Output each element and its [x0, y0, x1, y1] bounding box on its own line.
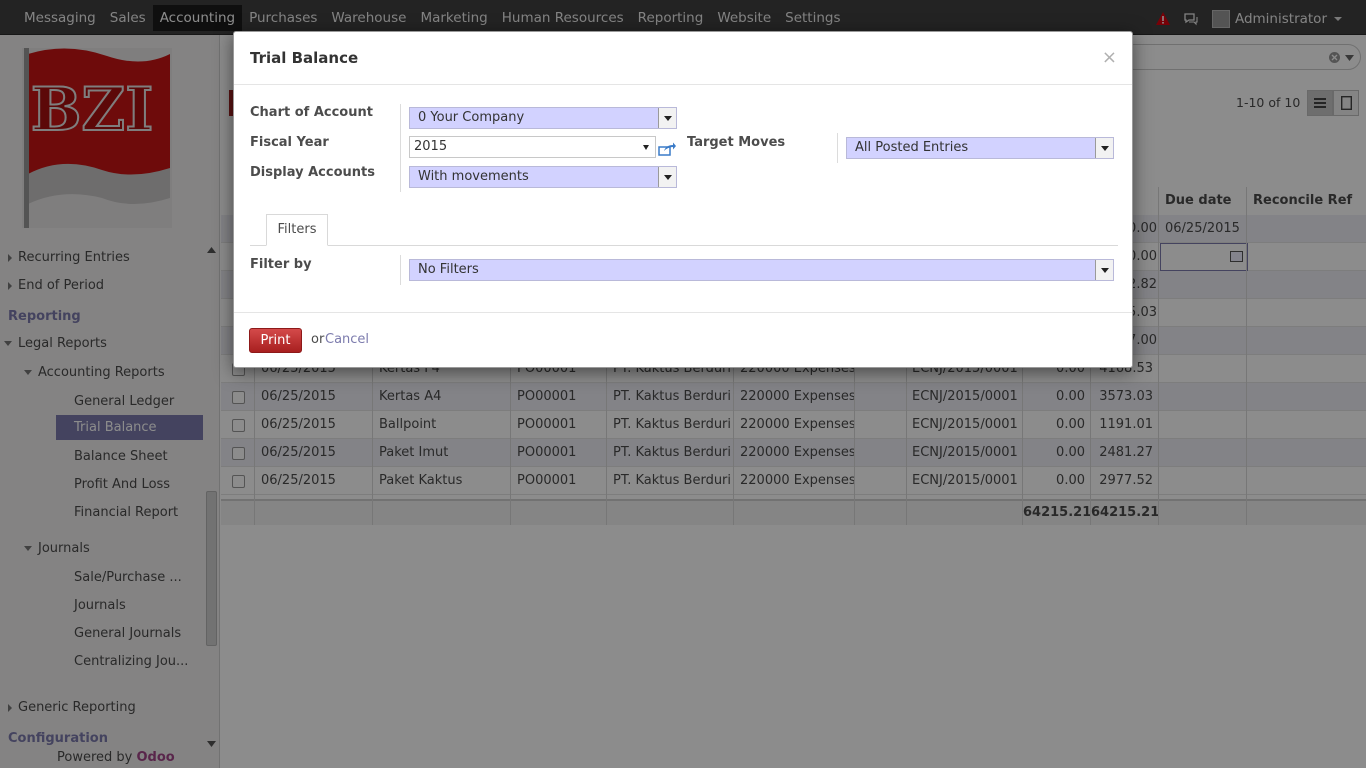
filter-by-label: Filter by: [250, 257, 312, 272]
cancel-button[interactable]: Cancel: [325, 332, 369, 347]
close-icon[interactable]: ×: [1102, 49, 1117, 67]
target-moves-select[interactable]: All Posted Entries: [846, 137, 1114, 159]
chart-of-account-label: Chart of Account: [250, 105, 373, 120]
dialog-title: Trial Balance: [250, 49, 359, 67]
tab-filters[interactable]: Filters: [266, 214, 328, 246]
field-separator: [400, 104, 401, 192]
trial-balance-dialog: Trial Balance × Chart of Account Fiscal …: [233, 31, 1133, 368]
display-accounts-value: With movements: [418, 169, 529, 184]
chart-of-account-select[interactable]: 0 Your Company: [409, 107, 677, 129]
display-accounts-select[interactable]: With movements: [409, 166, 677, 188]
filter-by-select[interactable]: No Filters: [409, 259, 1114, 281]
fiscal-year-label: Fiscal Year: [250, 135, 329, 150]
external-link-icon[interactable]: [658, 142, 676, 156]
fiscal-year-value: 2015: [414, 139, 448, 154]
header-divider: [234, 84, 1132, 85]
display-accounts-label: Display Accounts: [250, 165, 375, 180]
chevron-down-icon[interactable]: [658, 108, 676, 128]
tab-bar: [250, 245, 1118, 246]
footer-divider: [234, 312, 1132, 313]
chevron-down-icon[interactable]: [1095, 138, 1113, 158]
chart-of-account-value: 0 Your Company: [418, 110, 525, 125]
print-button[interactable]: Print: [249, 328, 302, 353]
chevron-down-icon[interactable]: [658, 167, 676, 187]
fiscal-year-input[interactable]: 2015: [409, 136, 656, 158]
chevron-down-icon[interactable]: [1095, 260, 1113, 280]
field-separator: [837, 133, 838, 163]
filter-by-value: No Filters: [418, 262, 479, 277]
chevron-down-icon[interactable]: [643, 145, 649, 150]
target-moves-label: Target Moves: [687, 135, 786, 150]
or-text: or: [311, 332, 325, 347]
field-separator: [400, 255, 401, 285]
target-moves-value: All Posted Entries: [855, 140, 969, 155]
